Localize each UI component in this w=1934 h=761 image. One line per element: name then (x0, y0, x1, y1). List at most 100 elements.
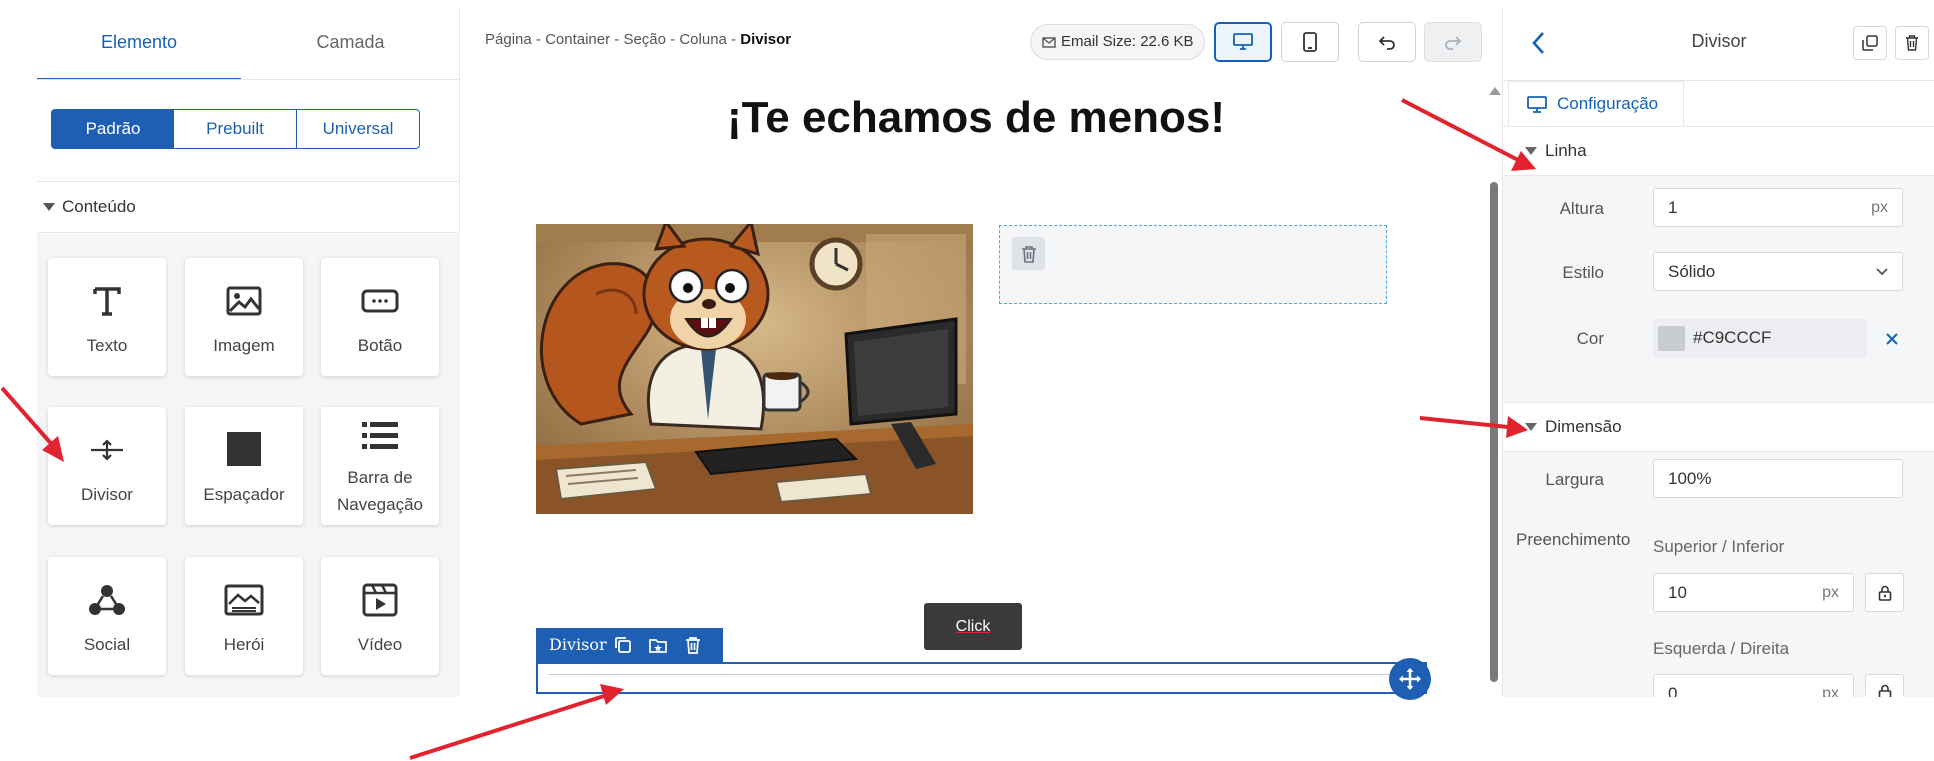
block-label: Social (83, 635, 131, 654)
block-label: Espaçador (203, 485, 285, 504)
block-label: Botão (357, 336, 403, 355)
breadcrumb-separator: - (531, 31, 546, 48)
cor-value: #C9CCCF (1693, 328, 1772, 347)
cor-input[interactable]: #C9CCCF (1653, 319, 1867, 358)
block-video[interactable]: Vídeo (321, 557, 439, 675)
esq-dir-input[interactable]: 0 px (1653, 674, 1854, 697)
selected-divider-block[interactable] (536, 662, 1427, 694)
duplicate-element-button[interactable] (1853, 26, 1887, 60)
delete-icon[interactable] (684, 636, 702, 654)
click-tooltip: Click (924, 603, 1022, 650)
block-label: Divisor (81, 485, 133, 504)
canvas-scrollbar[interactable] (1490, 182, 1498, 682)
block-barra-navegacao[interactable]: Barra de Navegação (321, 407, 439, 525)
editor-canvas: Página - Container - Seção - Coluna - Di… (460, 7, 1502, 700)
block-espacador[interactable]: Espaçador (185, 407, 303, 525)
save-block-icon[interactable] (649, 636, 667, 654)
largura-value: 100% (1668, 469, 1712, 488)
empty-column-placeholder[interactable] (999, 225, 1387, 304)
estilo-label: Estilo (1562, 263, 1604, 282)
move-handle[interactable] (1389, 658, 1431, 700)
breadcrumb-current: Divisor (740, 31, 792, 48)
altura-value: 1 (1668, 198, 1678, 217)
annotation-arrow (409, 694, 605, 760)
section-title: Conteúdo (62, 197, 136, 216)
divider-line (548, 674, 1415, 675)
block-label: Texto (86, 336, 128, 355)
desktop-icon (1233, 33, 1253, 50)
email-heading[interactable]: ¡Te echamos de menos! (460, 93, 1492, 143)
estilo-select[interactable]: Sólido (1653, 252, 1903, 291)
selected-element-label: Divisor (549, 635, 607, 654)
video-icon (321, 583, 439, 617)
section-dimensao-header[interactable]: Dimensão (1503, 402, 1934, 452)
color-swatch[interactable] (1658, 326, 1685, 351)
email-image[interactable] (536, 224, 973, 514)
redo-icon (1445, 36, 1462, 50)
breadcrumb-item[interactable]: Seção (623, 31, 666, 48)
mail-icon (1042, 37, 1056, 48)
lock-icon (1878, 585, 1891, 601)
mobile-view-button[interactable] (1281, 22, 1339, 62)
divider-icon (48, 433, 166, 467)
redo-button[interactable] (1424, 22, 1482, 62)
section-title: Dimensão (1545, 417, 1622, 436)
sup-inf-input[interactable]: 10 px (1653, 573, 1854, 612)
collapse-triangle-icon (1525, 423, 1537, 431)
copy-icon (1862, 35, 1878, 51)
delete-column-button[interactable] (1012, 237, 1045, 270)
altura-unit: px (1871, 199, 1888, 216)
breadcrumb-item[interactable]: Página (485, 31, 532, 48)
largura-label: Largura (1545, 470, 1604, 489)
tab-configuracao[interactable]: Configuração (1508, 81, 1684, 127)
scroll-up-arrow[interactable] (1489, 87, 1501, 95)
esq-dir-label: Esquerda / Direita (1653, 639, 1790, 658)
lock-padding-lr-button[interactable] (1865, 674, 1904, 697)
tab-camada[interactable]: Camada (241, 7, 460, 80)
block-texto[interactable]: Texto (48, 258, 166, 376)
block-imagem[interactable]: Imagem (185, 258, 303, 376)
block-heroi[interactable]: Herói (185, 557, 303, 675)
breadcrumb-item[interactable]: Container (545, 31, 610, 48)
block-social[interactable]: Social (48, 557, 166, 675)
preenchimento-label: Preenchimento (1516, 530, 1631, 549)
block-label-line2: Navegação (336, 495, 423, 514)
sup-inf-value: 10 (1668, 583, 1687, 602)
mobile-icon (1303, 32, 1317, 52)
section-title: Linha (1545, 141, 1587, 160)
block-divisor[interactable]: Divisor (48, 407, 166, 525)
block-label-line1: Barra de (347, 468, 413, 487)
tabs-divider (37, 79, 460, 80)
largura-input[interactable]: 100% (1653, 459, 1903, 498)
duplicate-icon[interactable] (614, 636, 632, 654)
hero-icon (185, 583, 303, 617)
left-panel: Elemento Camada Padrão Prebuilt Universa… (37, 7, 460, 697)
breadcrumb-item[interactable]: Coluna (679, 31, 727, 48)
block-botao[interactable]: Botão (321, 258, 439, 376)
email-size-badge: Email Size: 22.6 KB (1030, 24, 1205, 60)
properties-panel: Divisor Configuração Linha Altura 1 px E… (1502, 7, 1934, 697)
altura-input[interactable]: 1 px (1653, 188, 1903, 227)
undo-button[interactable] (1358, 22, 1416, 62)
clear-color-icon[interactable] (1886, 333, 1898, 345)
mode-universal-button[interactable]: Universal (296, 109, 420, 149)
section-conteudo-header[interactable]: Conteúdo (37, 181, 460, 233)
tab-elemento[interactable]: Elemento (37, 7, 241, 80)
email-size-text: Email Size: 22.6 KB (1061, 33, 1194, 50)
esq-dir-value: 0 (1668, 684, 1678, 697)
breadcrumb: Página - Container - Seção - Coluna - Di… (485, 31, 791, 48)
tab-label: Configuração (1557, 94, 1659, 113)
lock-padding-button[interactable] (1865, 573, 1904, 612)
list-icon (321, 419, 439, 453)
undo-icon (1378, 36, 1395, 50)
delete-element-button[interactable] (1895, 26, 1929, 60)
mode-prebuilt-button[interactable]: Prebuilt (174, 109, 297, 149)
section-linha-header[interactable]: Linha (1503, 126, 1934, 176)
collapse-triangle-icon (1525, 147, 1537, 155)
breadcrumb-separator: - (726, 31, 741, 48)
text-icon (48, 284, 166, 318)
button-icon (321, 284, 439, 318)
selected-divider-toolbar: Divisor (536, 628, 723, 662)
desktop-view-button[interactable] (1214, 22, 1272, 62)
mode-padrao-button[interactable]: Padrão (51, 109, 175, 149)
